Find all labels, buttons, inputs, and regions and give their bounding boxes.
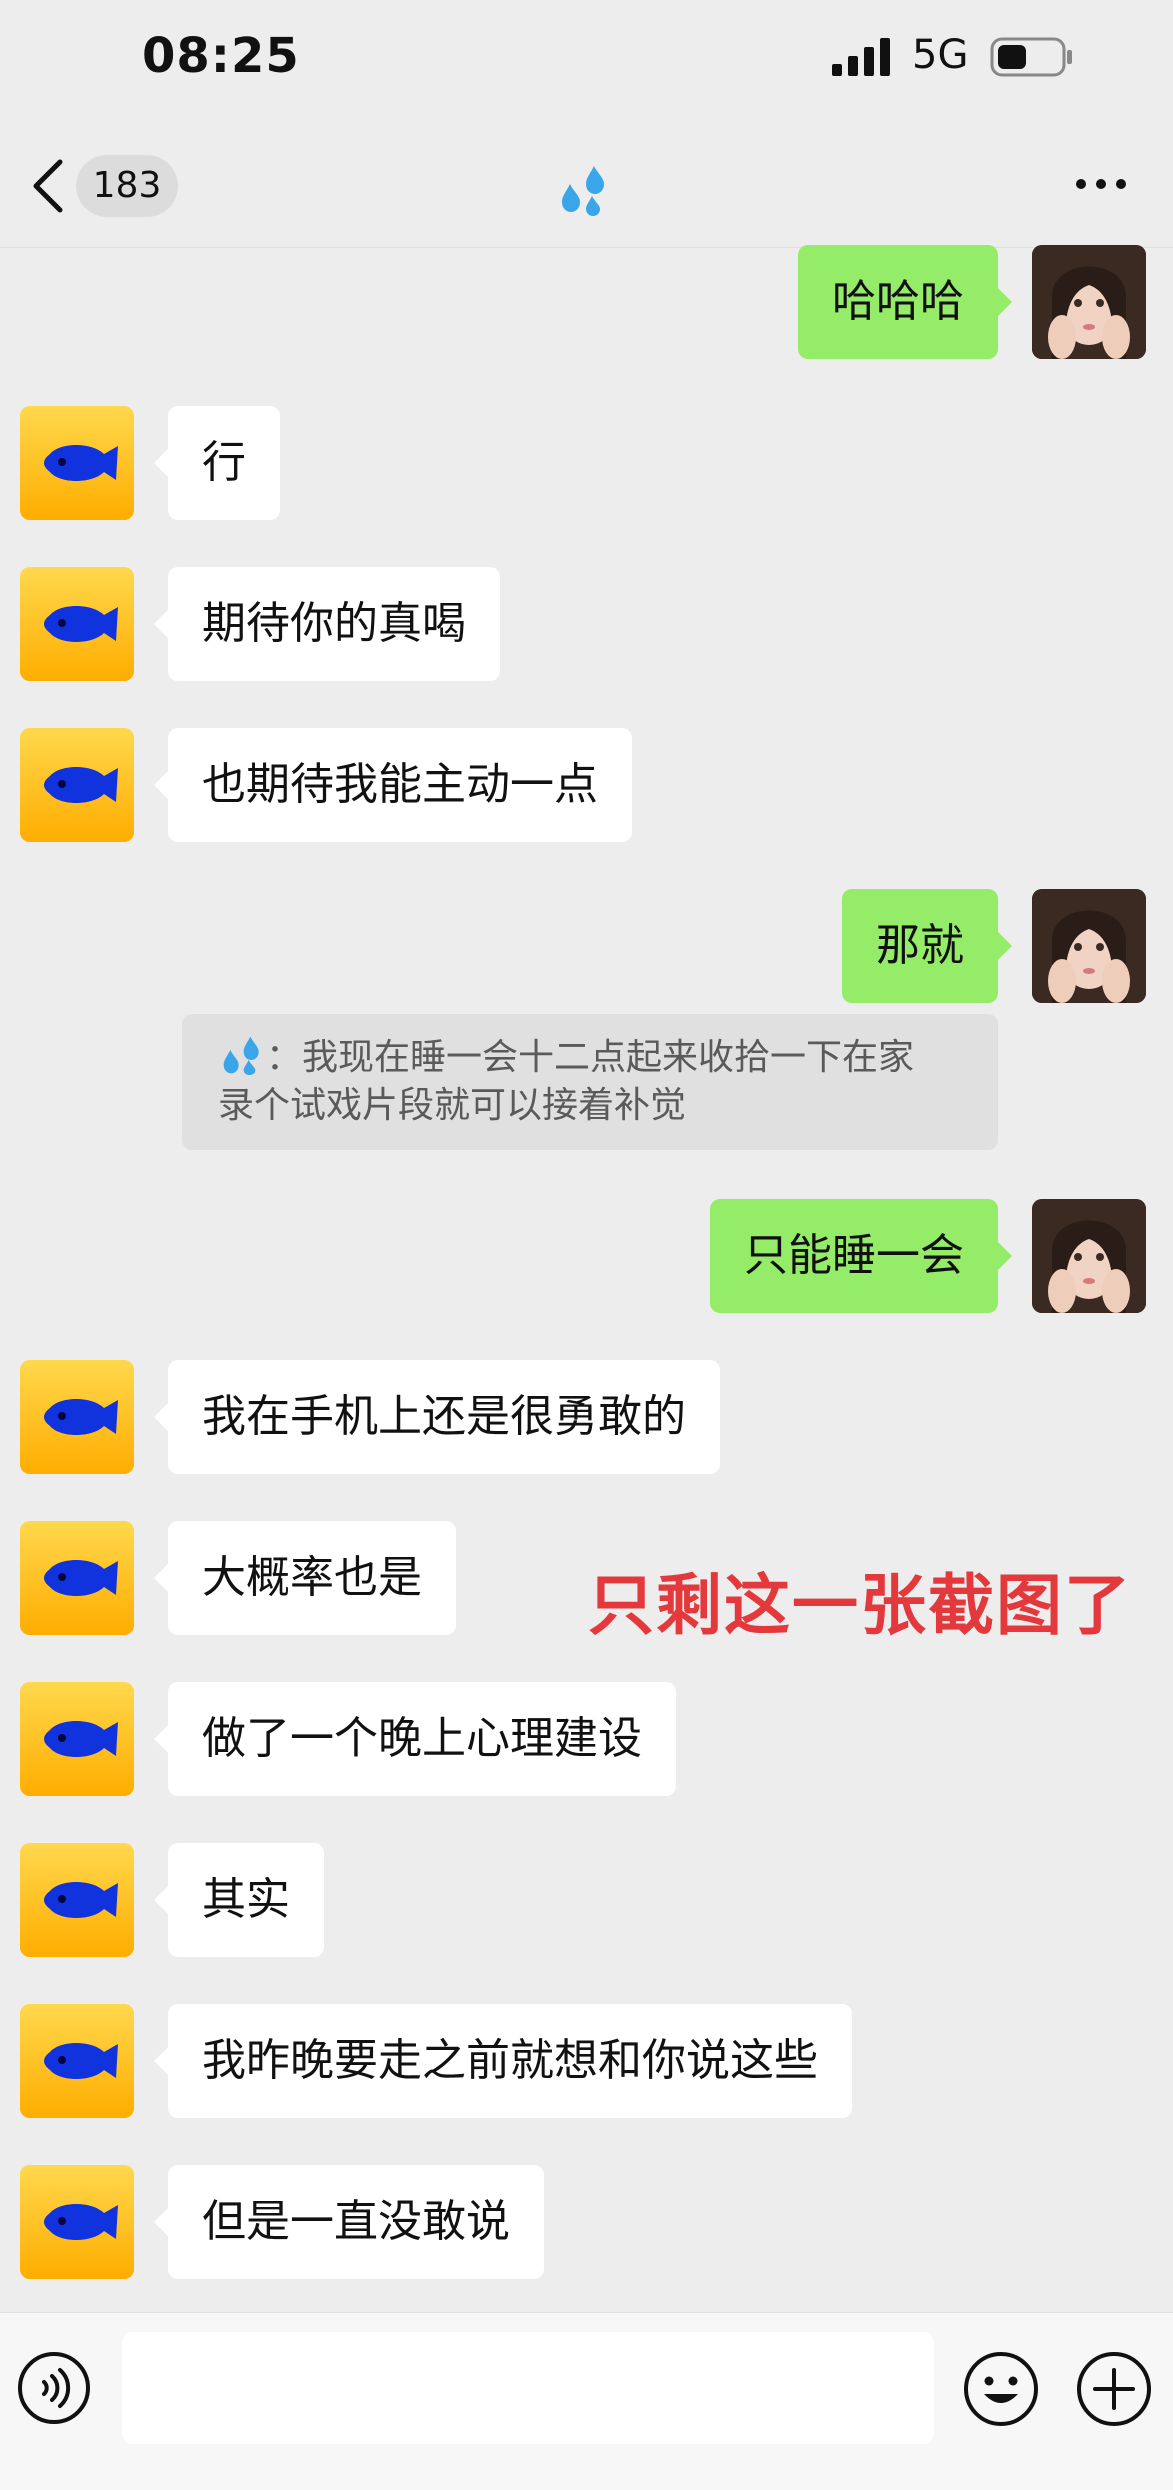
message-bubble-incoming[interactable]: 做了一个晚上心理建设 [154, 1682, 676, 1796]
more-icon[interactable] [1074, 176, 1128, 192]
avatar[interactable] [20, 2004, 134, 2118]
avatar[interactable] [20, 2165, 134, 2279]
message-bubble-outgoing[interactable]: 那就 [842, 889, 1012, 1003]
avatar[interactable] [20, 567, 134, 681]
message-input[interactable] [122, 2332, 934, 2444]
sweat-droplets-icon [223, 1036, 259, 1075]
avatar[interactable] [1032, 245, 1146, 359]
message-bubble-outgoing[interactable]: 只能睡一会 [710, 1199, 1012, 1313]
avatar[interactable] [20, 728, 134, 842]
message-bubble-incoming[interactable]: 大概率也是 [154, 1521, 456, 1635]
emoji-icon[interactable] [962, 2350, 1040, 2428]
back-icon[interactable] [28, 158, 68, 214]
sweat-droplets-icon [562, 166, 604, 216]
quoted-message[interactable]: ：我现在睡一会十二点起来收拾一下在家 录个试戏片段就可以接着补觉 [182, 1014, 998, 1150]
avatar[interactable] [20, 1843, 134, 1957]
message-bubble-incoming[interactable]: 其实 [154, 1843, 324, 1957]
unread-count-badge[interactable]: 183 [76, 155, 178, 217]
avatar[interactable] [1032, 889, 1146, 1003]
avatar[interactable] [20, 406, 134, 520]
message-bubble-outgoing[interactable]: 哈哈哈 [798, 245, 1012, 359]
message-bubble-incoming[interactable]: 期待你的真喝 [154, 567, 500, 681]
message-bubble-incoming[interactable]: 我昨晚要走之前就想和你说这些 [154, 2004, 852, 2118]
voice-icon[interactable] [16, 2350, 92, 2426]
quote-text-line1: 我现在睡一会十二点起来收拾一下在家 [302, 1037, 915, 1078]
avatar[interactable] [20, 1682, 134, 1796]
status-time: 08:25 [142, 28, 300, 84]
avatar[interactable] [20, 1521, 134, 1635]
message-bubble-incoming[interactable]: 但是一直没敢说 [154, 2165, 544, 2279]
message-bubble-incoming[interactable]: 行 [154, 406, 280, 520]
plus-icon[interactable] [1075, 2350, 1153, 2428]
quote-prefix: ： [266, 1037, 303, 1078]
overlay-caption: 只剩这一张截图了 [588, 1567, 1132, 1644]
avatar[interactable] [1032, 1199, 1146, 1313]
avatar[interactable] [20, 1360, 134, 1474]
quote-text-line2: 录个试戏片段就可以接着补觉 [218, 1085, 687, 1126]
message-bubble-incoming[interactable]: 我在手机上还是很勇敢的 [154, 1360, 720, 1474]
network-type: 5G [912, 32, 969, 78]
signal-icon [832, 38, 890, 76]
message-bubble-incoming[interactable]: 也期待我能主动一点 [154, 728, 632, 842]
battery-icon [990, 37, 1072, 77]
